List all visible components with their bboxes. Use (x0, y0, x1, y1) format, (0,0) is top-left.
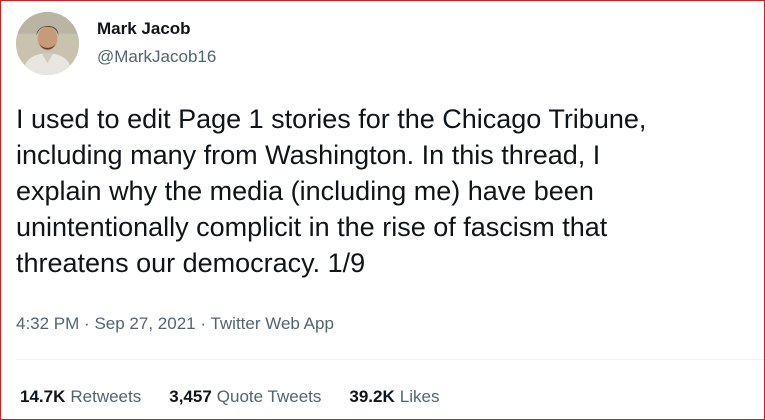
retweets-label: Retweets (70, 387, 142, 406)
author-handle[interactable]: @MarkJacob16 (97, 47, 216, 67)
author-display-name[interactable]: Mark Jacob (97, 19, 191, 39)
tweet-client[interactable]: Twitter Web App (210, 314, 333, 333)
meta-separator: · (84, 314, 90, 333)
quote-tweets-label: Quote Tweets (216, 387, 322, 406)
meta-separator: · (200, 314, 207, 333)
retweets-stat[interactable]: 14.7K Retweets (20, 387, 141, 407)
avatar[interactable] (16, 12, 79, 75)
tweet-card: Mark Jacob @MarkJacob16 I used to edit P… (0, 0, 765, 420)
quote-tweets-stat[interactable]: 3,457 Quote Tweets (169, 387, 321, 407)
tweet-time[interactable]: 4:32 PM (16, 314, 79, 333)
likes-stat[interactable]: 39.2K Likes (349, 387, 439, 407)
tweet-text: I used to edit Page 1 stories for the Ch… (16, 104, 647, 278)
likes-count: 39.2K (349, 387, 395, 406)
tweet-date[interactable]: Sep 27, 2021 (94, 314, 195, 333)
profile-photo-icon (16, 12, 79, 75)
engagement-stats: 14.7K Retweets 3,457 Quote Tweets 39.2K … (20, 387, 439, 407)
retweets-count: 14.7K (20, 387, 66, 406)
divider (16, 359, 764, 360)
quote-tweets-count: 3,457 (169, 387, 212, 406)
likes-label: Likes (399, 387, 440, 406)
tweet-metadata: 4:32 PM · Sep 27, 2021 · Twitter Web App (16, 314, 334, 334)
